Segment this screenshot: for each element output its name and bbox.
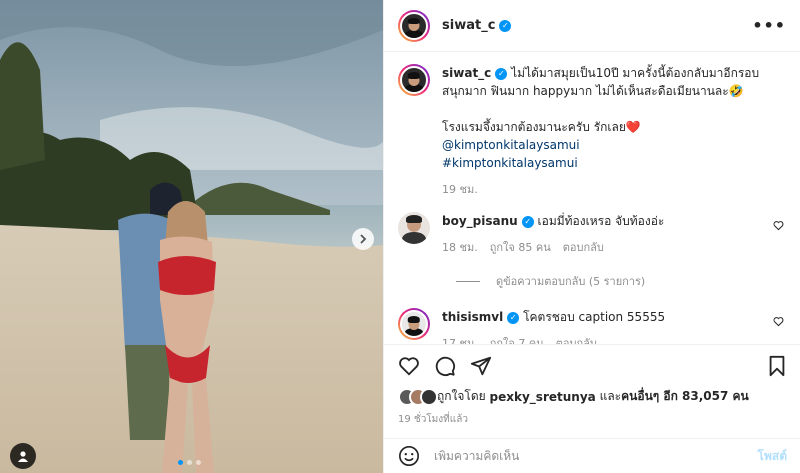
post-photo[interactable] xyxy=(0,0,383,473)
next-photo-button[interactable] xyxy=(352,228,374,250)
caption: siwat_c ✓ ไม่ได้มาสมุยเป็น10ปี มาครั้งนี้… xyxy=(398,64,786,198)
heart-icon[interactable] xyxy=(773,316,784,327)
view-replies-button[interactable]: ดูข้อความตอบกลับ (5 รายการ) xyxy=(456,272,786,290)
commenter-username[interactable]: thisismvl xyxy=(442,310,503,324)
commenter-username[interactable]: boy_pisanu xyxy=(442,214,518,228)
chevron-right-icon xyxy=(360,234,367,244)
comments-list: siwat_c ✓ ไม่ได้มาสมุยเป็น10ปี มาครั้งนี้… xyxy=(384,52,800,344)
caption-text-line2: สนุกมาก ฟินมาก happyมาก ไม่ได้เห็นสะดือเ… xyxy=(442,84,744,98)
verified-badge-icon: ✓ xyxy=(507,311,520,324)
caption-timestamp: 19 ชม. xyxy=(442,183,478,196)
view-replies-label: ดูข้อความตอบกลับ (5 รายการ) xyxy=(496,275,646,288)
carousel-dot xyxy=(196,460,201,465)
post-timestamp: 19 ชั่วโมงที่แล้ว xyxy=(398,414,468,425)
commenter-avatar[interactable] xyxy=(398,212,430,244)
carousel-dot xyxy=(187,460,192,465)
post-header: siwat_c ✓ ••• xyxy=(384,0,800,52)
hashtag-link[interactable]: #kimptonkitalaysamui xyxy=(442,154,786,172)
caption-author-username[interactable]: siwat_c xyxy=(442,66,491,80)
carousel-indicator xyxy=(178,460,201,465)
bookmark-icon[interactable] xyxy=(767,355,787,377)
add-comment-bar: โพสต์ xyxy=(384,438,800,473)
comment-icon[interactable] xyxy=(434,355,456,377)
likes-summary[interactable]: ถูกใจโดย pexky_sretunya และ คนอื่นๆ อีก 8… xyxy=(398,387,787,406)
caption-author-avatar[interactable] xyxy=(398,64,430,96)
verified-badge-icon: ✓ xyxy=(521,215,534,228)
comment-likes-count[interactable]: ถูกใจ 7 คน xyxy=(490,334,544,344)
author-avatar[interactable] xyxy=(398,9,430,42)
emoji-icon[interactable] xyxy=(398,445,420,467)
reply-button[interactable]: ตอบกลับ xyxy=(563,238,604,256)
author-username[interactable]: siwat_c xyxy=(442,18,495,33)
verified-badge-icon: ✓ xyxy=(499,19,512,32)
likes-prefix: ถูกใจโดย xyxy=(437,389,486,403)
tagged-users-button[interactable] xyxy=(10,443,36,469)
comment-item: boy_pisanu ✓ เอมมี่ท้องเหรอ จับท้องอ่ะ 18… xyxy=(398,212,786,256)
caption-text-line1: ไม่ได้มาสมุยเป็น10ปี มาครั้งนี้ต้องกลับม… xyxy=(511,66,760,80)
user-tag-icon xyxy=(18,451,28,462)
instagram-post: siwat_c ✓ ••• siwat_c ✓ ไม่ได้มาสมุยเป็น1… xyxy=(0,0,800,473)
comment-text: โคตรชอบ caption 55555 xyxy=(523,310,666,324)
comment-timestamp: 17 ชม. xyxy=(442,337,478,344)
more-options-icon[interactable]: ••• xyxy=(752,16,786,35)
commenter-avatar[interactable] xyxy=(398,308,430,340)
heart-icon[interactable] xyxy=(398,355,420,377)
mention-link[interactable]: @kimptonkitalaysamui xyxy=(442,136,786,154)
carousel-dot-active xyxy=(178,460,183,465)
comment-input[interactable] xyxy=(434,449,758,463)
liker-username[interactable]: pexky_sretunya xyxy=(490,390,596,404)
post-comment-button[interactable]: โพสต์ xyxy=(758,447,787,466)
beach-photo xyxy=(0,0,383,473)
post-details-panel: siwat_c ✓ ••• siwat_c ✓ ไม่ได้มาสมุยเป็น1… xyxy=(383,0,800,473)
likes-middle: และ xyxy=(599,389,622,403)
comment-item: thisismvl ✓ โคตรชอบ caption 55555 17 ชม. … xyxy=(398,308,786,344)
reply-button[interactable]: ตอบกลับ xyxy=(556,334,597,344)
caption-text-line3: โรงแรมจึ้งมากต้องมานะครับ รักเลย❤️ xyxy=(442,120,641,134)
likers-avatars xyxy=(398,387,438,406)
heart-icon[interactable] xyxy=(773,220,784,231)
post-actions: ถูกใจโดย pexky_sretunya และ คนอื่นๆ อีก 8… xyxy=(384,344,800,427)
comment-likes-count[interactable]: ถูกใจ 85 คน xyxy=(490,238,551,256)
likes-others-count[interactable]: คนอื่นๆ อีก 83,057 คน xyxy=(621,387,749,406)
share-icon[interactable] xyxy=(470,355,492,377)
comment-timestamp: 18 ชม. xyxy=(442,241,478,254)
verified-badge-icon: ✓ xyxy=(495,67,508,80)
comment-text: เอมมี่ท้องเหรอ จับท้องอ่ะ xyxy=(537,214,665,228)
